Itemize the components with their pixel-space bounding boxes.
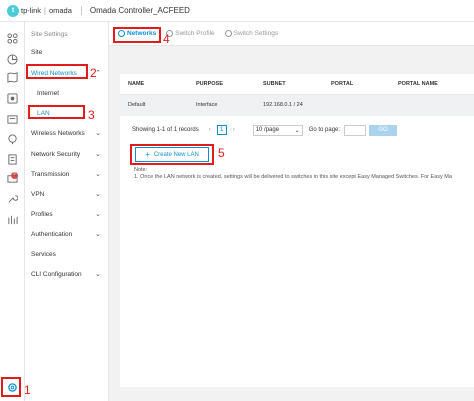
chevron-down-icon: ⌄ [95, 231, 101, 238]
highlight-box-3 [28, 105, 85, 119]
cell-name: Default [120, 94, 188, 116]
main-content: Networks Switch Profile Switch Settings … [109, 22, 474, 401]
cell-purpose: Interface [188, 94, 255, 116]
menu-item-transmission[interactable]: Transmission ⌄ [25, 166, 109, 182]
cell-portal [323, 94, 390, 116]
column-header-portal-name[interactable]: PORTAL NAME [390, 74, 474, 95]
chevron-down-icon: ⌄ [95, 271, 101, 278]
chevron-down-icon: ⌄ [95, 171, 101, 178]
menu-item-vpn[interactable]: VPN ⌄ [25, 186, 109, 202]
chevron-down-icon: ⌄ [95, 151, 101, 158]
icon-rail: 2 [0, 22, 25, 401]
table-row[interactable]: Default Interface 192.168.0.1 / 24 [120, 94, 474, 116]
column-header-subnet[interactable]: SUBNET [255, 74, 323, 95]
tplink-logo-icon: t [7, 4, 19, 17]
per-page-value: 10 /page [255, 127, 280, 133]
chevron-down-icon: ⌄ [95, 130, 101, 137]
menu-item-label: Profiles [31, 210, 53, 218]
cell-portal-name [390, 94, 474, 116]
menu-item-label: Network Security [31, 150, 81, 158]
menu-item-internet[interactable]: Internet [25, 85, 109, 101]
menu-item-wireless-networks[interactable]: Wireless Networks ⌄ [25, 125, 109, 141]
page-number-button[interactable]: 1 [216, 125, 227, 135]
hotspot-icon[interactable] [6, 213, 19, 226]
chevron-down-icon: ⌄ [294, 127, 300, 134]
statistics-icon[interactable] [6, 53, 19, 66]
menu-item-authentication[interactable]: Authentication ⌄ [25, 226, 109, 242]
menu-item-label: Transmission [31, 170, 70, 178]
site-name[interactable]: Omada Controller_ACFEED [80, 6, 190, 15]
chevron-down-icon: ⌄ [95, 191, 101, 198]
cell-subnet: 192.168.0.1 / 24 [255, 94, 323, 116]
note-text: 1. Once the LAN network is created, sett… [134, 174, 452, 180]
go-button[interactable]: GO [369, 124, 398, 136]
highlight-box-1 [1, 377, 21, 397]
menu-item-cli-configuration[interactable]: CLI Configuration ⌄ [25, 266, 109, 282]
prev-page-button[interactable]: ‹ [205, 125, 215, 135]
menu-item-label: CLI Configuration [31, 270, 82, 278]
tools-icon[interactable] [6, 192, 19, 205]
highlight-box-4 [113, 27, 161, 43]
annotation-number-2: 2 [90, 66, 97, 80]
devices-icon[interactable] [6, 92, 19, 105]
dashboard-icon[interactable] [6, 32, 19, 45]
table-header-row: NAME PURPOSE SUBNET PORTAL PORTAL NAME [120, 74, 474, 95]
networks-table: NAME PURPOSE SUBNET PORTAL PORTAL NAME D… [120, 74, 474, 116]
next-page-button[interactable]: › [229, 125, 239, 135]
annotation-number-4: 4 [163, 32, 170, 46]
clients-icon[interactable] [6, 113, 19, 126]
menu-item-site[interactable]: Site [25, 44, 109, 60]
gear-icon [224, 30, 232, 37]
highlight-box-5 [130, 144, 214, 165]
alerts-icon[interactable] [6, 172, 19, 185]
map-icon[interactable] [6, 71, 19, 84]
tab-switch-profile[interactable]: Switch Profile [166, 30, 215, 37]
menu-item-profiles[interactable]: Profiles ⌄ [25, 206, 109, 222]
insight-icon[interactable] [6, 133, 19, 146]
tab-label: Switch Profile [175, 30, 215, 37]
goto-label: Go to page: [308, 127, 341, 133]
highlight-box-2 [26, 64, 88, 79]
menu-item-label: Authentication [31, 230, 73, 238]
per-page-select[interactable]: 10 /page ⌄ [252, 124, 303, 136]
column-header-purpose[interactable]: PURPOSE [188, 74, 255, 95]
tab-switch-settings[interactable]: Switch Settings [224, 30, 279, 37]
chevron-down-icon: ⌄ [95, 211, 101, 218]
menu-item-label: VPN [31, 190, 45, 198]
records-summary: Showing 1-1 of 1 records [132, 127, 199, 133]
tab-label: Switch Settings [233, 30, 279, 37]
logo: t tp-link | omada [7, 4, 72, 17]
brand-name: tp-link [21, 6, 42, 15]
annotation-number-5: 5 [218, 146, 225, 160]
menu-item-label: Wireless Networks [31, 129, 85, 137]
menu-header: Site Settings [31, 30, 68, 38]
annotation-number-3: 3 [88, 108, 95, 122]
menu-item-services[interactable]: Services [25, 246, 109, 262]
note-title: Note: [134, 167, 148, 173]
goto-page-input[interactable] [344, 124, 367, 136]
pagination: Showing 1-1 of 1 records ‹ 1 › 10 /page … [132, 122, 432, 138]
column-header-portal[interactable]: PORTAL [323, 74, 390, 95]
product-name: omada [48, 6, 72, 15]
networks-card: NAME PURPOSE SUBNET PORTAL PORTAL NAME D… [120, 74, 474, 387]
note: Note: 1. Once the LAN network is created… [134, 167, 474, 181]
menu-item-network-security[interactable]: Network Security ⌄ [25, 146, 109, 162]
column-header-name[interactable]: NAME [120, 74, 188, 95]
annotation-number-1: 1 [24, 383, 31, 397]
top-bar: t tp-link | omada Omada Controller_ACFEE… [0, 0, 474, 22]
log-icon[interactable] [6, 153, 19, 166]
